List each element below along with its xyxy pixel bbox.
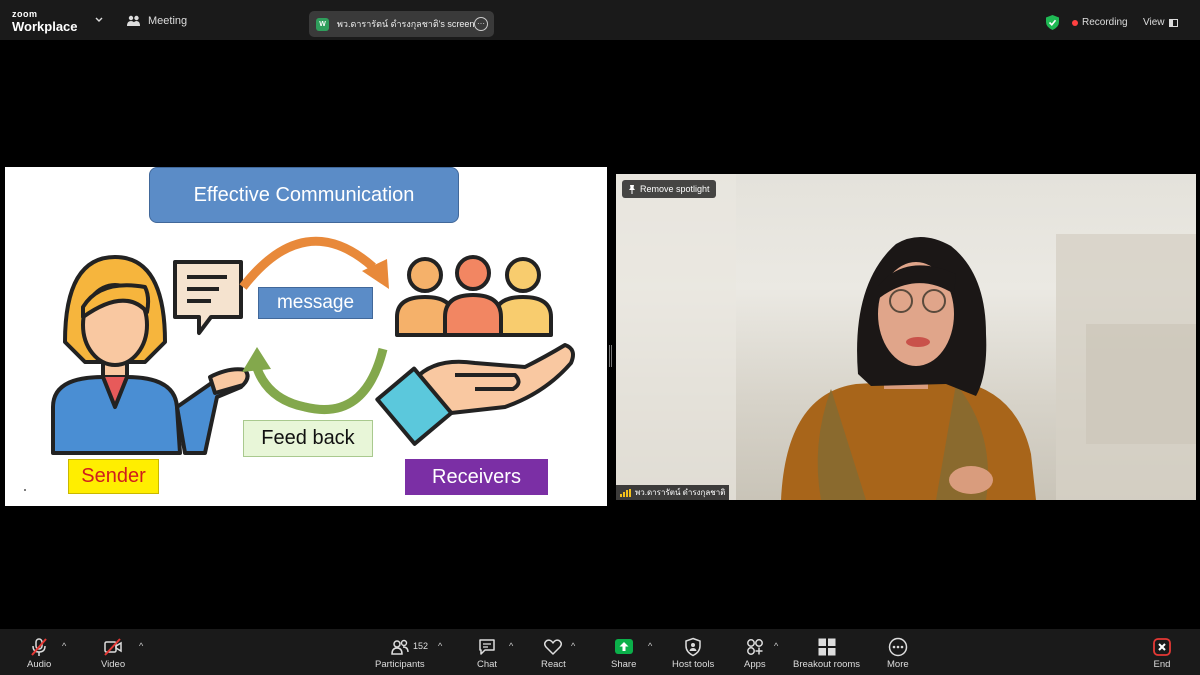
more-label: More <box>887 659 909 670</box>
pin-icon <box>629 184 635 194</box>
share-button[interactable]: Share <box>611 637 636 670</box>
top-bar: zoom Workplace Meeting W พว.ดารารัตน์ ดำ… <box>0 0 1200 40</box>
host-shield-icon <box>685 637 701 657</box>
remove-spotlight-label: Remove spotlight <box>640 184 710 194</box>
audio-options-caret-icon[interactable]: ^ <box>62 641 66 651</box>
recording-label: Recording <box>1082 17 1128 28</box>
status-group: Recording View <box>1040 11 1190 35</box>
arrow-to-receivers-icon <box>239 236 389 290</box>
host-tools-button[interactable]: Host tools <box>672 637 714 670</box>
recording-dot-icon <box>1072 19 1078 26</box>
view-label: View <box>1143 17 1165 28</box>
apps-options-caret-icon[interactable]: ^ <box>774 641 778 651</box>
speech-bubble-icon <box>173 260 243 335</box>
participant-name: พว.ดารารัตน์ ดำรงกุลชาติ <box>635 488 726 497</box>
share-options-caret-icon[interactable]: ^ <box>648 641 652 651</box>
chat-options-caret-icon[interactable]: ^ <box>509 641 513 651</box>
host-tools-label: Host tools <box>672 659 715 670</box>
screen-share-indicator[interactable]: W พว.ดารารัตน์ ดำรงกุลชาติ's screen ⋯ <box>309 11 494 37</box>
heart-icon <box>544 639 563 655</box>
chat-button[interactable]: Chat <box>477 637 497 670</box>
slide-dot <box>24 489 26 491</box>
more-button[interactable]: More <box>887 637 909 670</box>
view-layout-icon <box>1168 18 1178 27</box>
arrow-feedback-icon <box>242 347 388 415</box>
share-screen-icon <box>614 639 633 654</box>
meeting-toolbar: Audio ^ Video ^ Participants 152 ^ Chat … <box>0 629 1200 675</box>
share-label: พว.ดารารัตน์ ดำรงกุลชาติ's screen <box>337 19 475 29</box>
brand-name: Workplace <box>12 19 78 34</box>
end-label: End <box>1153 659 1171 670</box>
breakout-rooms-button[interactable]: Breakout rooms <box>793 637 860 670</box>
view-button[interactable]: View <box>1143 17 1178 28</box>
split-resize-handle[interactable] <box>608 345 613 367</box>
camera-off-icon <box>104 638 122 656</box>
end-call-icon <box>1153 638 1171 656</box>
message-label: message <box>258 287 373 319</box>
sender-label: Sender <box>68 459 159 494</box>
feedback-label: Feed back <box>243 420 373 457</box>
apps-button[interactable]: Apps <box>744 637 766 670</box>
video-label: Video <box>101 659 126 670</box>
microphone-muted-icon <box>31 638 47 656</box>
shield-check-icon[interactable] <box>1046 15 1059 30</box>
apps-icon <box>746 639 763 655</box>
shared-screen: Effective Communication message Feed bac… <box>5 167 607 506</box>
chat-icon <box>479 639 495 655</box>
participant-video-feed <box>616 174 1196 500</box>
react-label: React <box>541 659 566 670</box>
participants-options-caret-icon[interactable]: ^ <box>438 641 442 651</box>
zoom-workplace-logo[interactable]: zoom Workplace <box>12 9 78 34</box>
apps-label: Apps <box>744 659 766 670</box>
slide-title: Effective Communication <box>149 167 459 223</box>
recording-indicator[interactable]: Recording <box>1072 17 1128 28</box>
more-icon <box>888 637 908 657</box>
video-options-caret-icon[interactable]: ^ <box>139 641 143 651</box>
participant-video-tile[interactable]: Remove spotlight พว.ดารารัตน์ ดำรงกุลชาต… <box>616 174 1196 500</box>
remove-spotlight-button[interactable]: Remove spotlight <box>622 180 716 198</box>
open-hand-icon <box>375 343 575 446</box>
brand-small: zoom <box>12 9 38 19</box>
participant-name-tag: พว.ดารารัตน์ ดำรงกุลชาติ <box>616 485 730 500</box>
people-icon <box>127 15 140 26</box>
share-label: Share <box>611 659 637 670</box>
chevron-down-icon[interactable] <box>94 16 104 24</box>
participants-icon <box>391 639 409 655</box>
sharer-avatar: W <box>316 17 329 31</box>
participants-count: 152 <box>413 641 429 651</box>
receivers-label: Receivers <box>405 459 548 495</box>
react-options-caret-icon[interactable]: ^ <box>571 641 575 651</box>
meeting-info-button[interactable]: Meeting <box>127 15 187 27</box>
audio-label: Audio <box>27 659 52 670</box>
signal-strength-icon <box>620 488 631 497</box>
react-button[interactable]: React <box>541 637 566 670</box>
video-button[interactable]: Video <box>101 637 125 670</box>
breakout-rooms-label: Breakout rooms <box>793 659 861 670</box>
ellipsis-icon[interactable]: ⋯ <box>474 17 488 31</box>
breakout-rooms-icon <box>818 638 836 656</box>
meeting-label: Meeting <box>148 15 188 27</box>
end-meeting-button[interactable]: End <box>1152 637 1172 670</box>
chat-label: Chat <box>477 659 498 670</box>
receivers-group-icon <box>395 255 553 337</box>
participants-label: Participants <box>375 659 425 670</box>
audio-button[interactable]: Audio <box>27 637 51 670</box>
